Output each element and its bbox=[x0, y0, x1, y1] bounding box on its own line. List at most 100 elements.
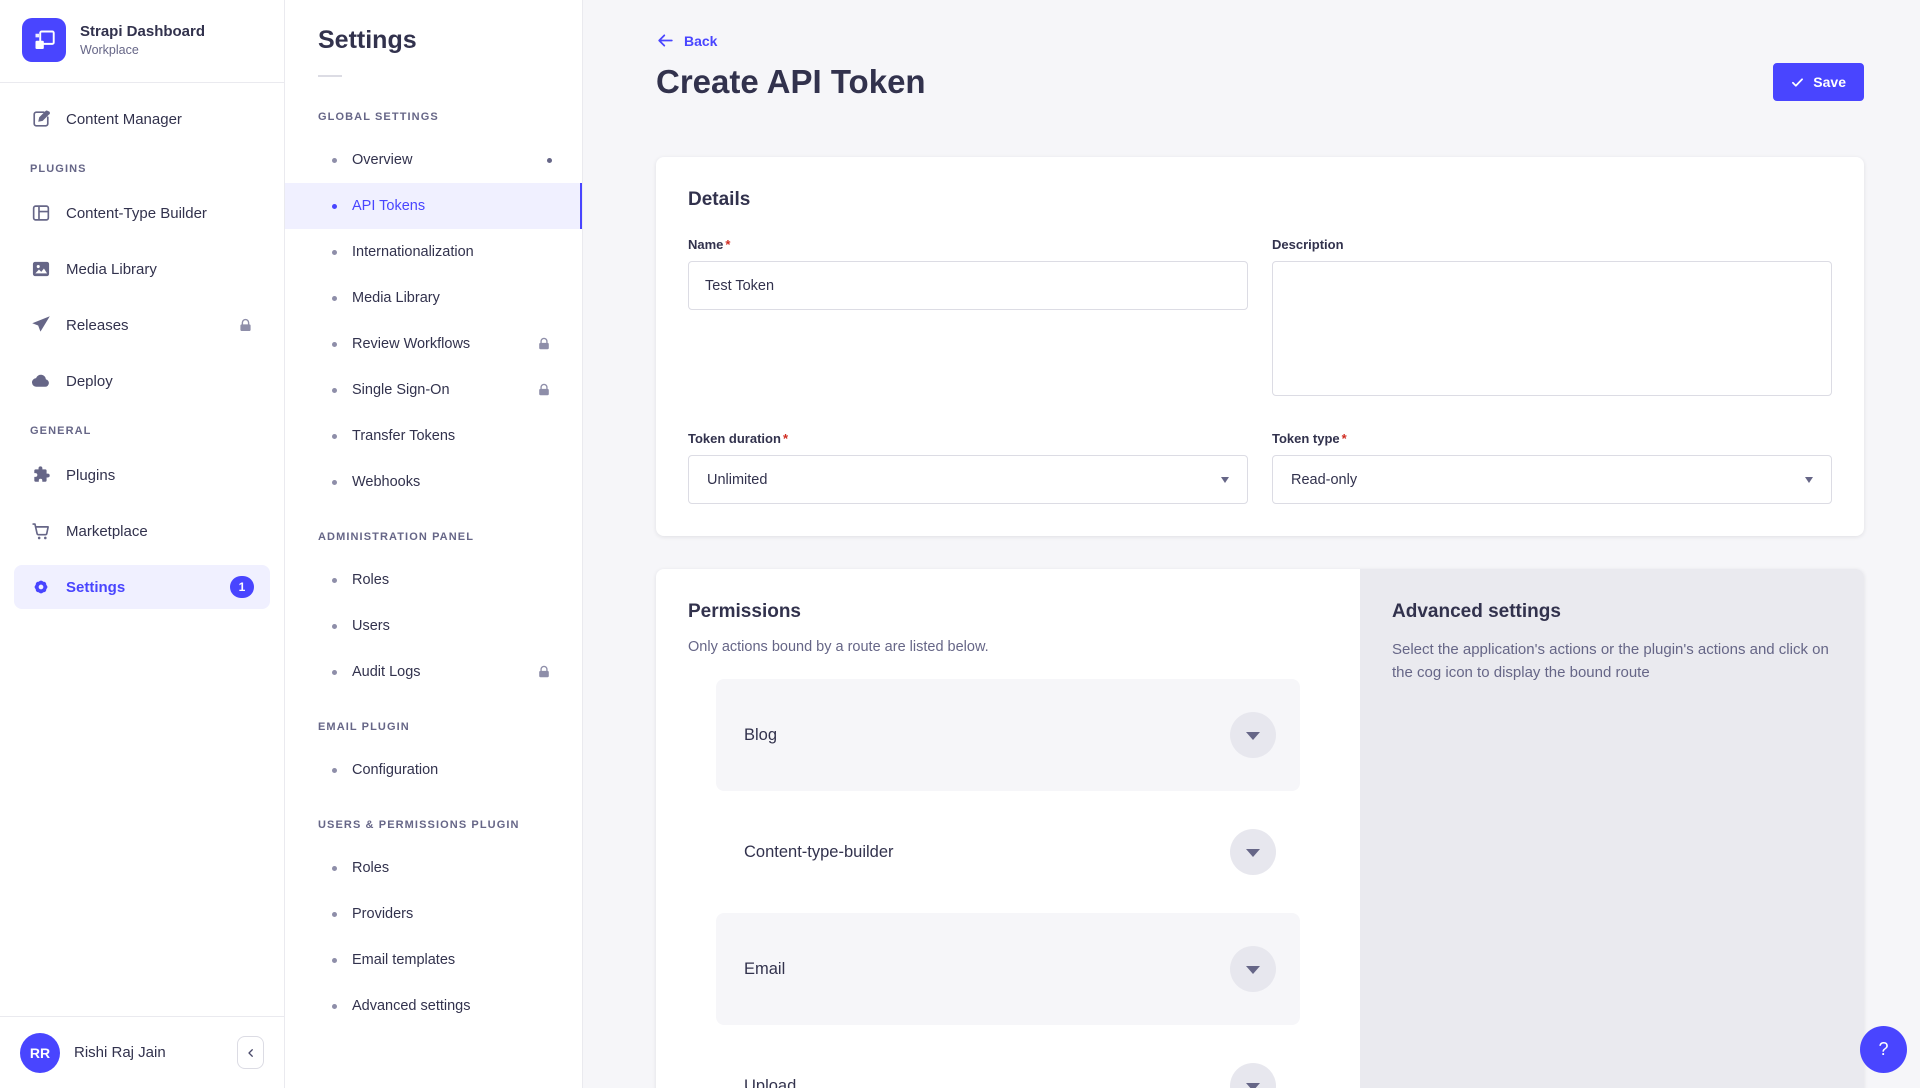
sidebar-item-label: Settings bbox=[66, 579, 125, 596]
bullet-icon bbox=[332, 1004, 337, 1009]
expand-accordion-button[interactable] bbox=[1230, 712, 1276, 758]
description-textarea[interactable] bbox=[1272, 261, 1832, 396]
bullet-icon bbox=[332, 296, 337, 301]
content-type-builder-icon bbox=[30, 202, 52, 224]
expand-accordion-button[interactable] bbox=[1230, 946, 1276, 992]
back-label: Back bbox=[684, 33, 717, 49]
bullet-icon bbox=[332, 250, 337, 255]
sidebar-item-plugins[interactable]: Plugins bbox=[14, 453, 270, 497]
sidebar-item-releases[interactable]: Releases bbox=[14, 303, 270, 347]
advanced-settings-description: Select the application's actions or the … bbox=[1392, 638, 1832, 685]
settings-item-audit-logs[interactable]: Audit Logs bbox=[285, 649, 582, 695]
nav-section-plugins: PLUGINS bbox=[30, 163, 284, 175]
check-icon bbox=[1791, 76, 1804, 89]
settings-item-api-tokens[interactable]: API Tokens bbox=[285, 183, 582, 229]
settings-item-advanced-settings[interactable]: Advanced settings bbox=[285, 983, 582, 1029]
page-header: Create API Token Save bbox=[656, 63, 1864, 101]
settings-item-webhooks[interactable]: Webhooks bbox=[285, 459, 582, 505]
chevron-down-icon bbox=[1246, 966, 1260, 974]
accordion-upload[interactable]: Upload bbox=[716, 1030, 1300, 1088]
permissions-panel: Permissions Only actions bound by a rout… bbox=[656, 569, 1360, 1088]
back-link[interactable]: Back bbox=[656, 31, 717, 50]
settings-item-label: Transfer Tokens bbox=[352, 428, 455, 444]
settings-item-label: Single Sign-On bbox=[352, 382, 450, 398]
sidebar-item-label: Content Manager bbox=[66, 111, 182, 128]
details-heading: Details bbox=[688, 189, 1832, 211]
expand-accordion-button[interactable] bbox=[1230, 829, 1276, 875]
workspace-brand[interactable]: Strapi Dashboard Workplace bbox=[0, 0, 284, 78]
chevron-down-icon bbox=[1246, 1083, 1260, 1088]
sidebar-item-content-manager[interactable]: Content Manager bbox=[14, 97, 270, 141]
settings-item-roles-admin[interactable]: Roles bbox=[285, 557, 582, 603]
sidebar-item-label: Marketplace bbox=[66, 523, 148, 540]
sidebar-item-label: Releases bbox=[66, 317, 129, 334]
settings-item-overview[interactable]: Overview bbox=[285, 137, 582, 183]
settings-section-admin-panel: ADMINISTRATION PANEL bbox=[318, 531, 582, 543]
bullet-icon bbox=[332, 866, 337, 871]
section-spacer bbox=[285, 505, 582, 531]
required-asterisk: * bbox=[783, 431, 788, 446]
token-type-select[interactable]: Read-only bbox=[1272, 455, 1832, 504]
chevron-left-icon bbox=[245, 1047, 257, 1059]
notification-dot-icon bbox=[547, 158, 552, 163]
accordion-content-type-builder[interactable]: Content-type-builder bbox=[716, 796, 1300, 908]
settings-gear-icon bbox=[30, 576, 52, 598]
releases-icon bbox=[30, 314, 52, 336]
name-input[interactable] bbox=[688, 261, 1248, 310]
sidebar-item-media-library[interactable]: Media Library bbox=[14, 247, 270, 291]
settings-section-email-plugin: EMAIL PLUGIN bbox=[318, 721, 582, 733]
lock-icon bbox=[536, 336, 552, 352]
section-spacer bbox=[285, 695, 582, 721]
content-manager-icon bbox=[30, 108, 52, 130]
accordion-label: Upload bbox=[744, 1077, 796, 1088]
accordion-label: Content-type-builder bbox=[744, 843, 894, 862]
settings-item-internationalization[interactable]: Internationalization bbox=[285, 229, 582, 275]
settings-item-label: Configuration bbox=[352, 762, 438, 778]
settings-item-label: Roles bbox=[352, 572, 389, 588]
settings-item-media-library[interactable]: Media Library bbox=[285, 275, 582, 321]
permissions-card: Permissions Only actions bound by a rout… bbox=[656, 569, 1864, 1088]
back-arrow-icon bbox=[656, 31, 675, 50]
settings-sidebar: Settings GLOBAL SETTINGS Overview API To… bbox=[285, 0, 583, 1088]
bullet-icon bbox=[332, 670, 337, 675]
permissions-subtitle: Only actions bound by a route are listed… bbox=[688, 639, 1328, 655]
settings-item-single-sign-on[interactable]: Single Sign-On bbox=[285, 367, 582, 413]
settings-section-global: GLOBAL SETTINGS bbox=[318, 111, 582, 123]
settings-item-review-workflows[interactable]: Review Workflows bbox=[285, 321, 582, 367]
settings-item-label: Review Workflows bbox=[352, 336, 470, 352]
settings-item-transfer-tokens[interactable]: Transfer Tokens bbox=[285, 413, 582, 459]
settings-item-providers[interactable]: Providers bbox=[285, 891, 582, 937]
plugins-puzzle-icon bbox=[30, 464, 52, 486]
user-avatar[interactable]: RR bbox=[20, 1033, 60, 1073]
settings-item-label: Webhooks bbox=[352, 474, 420, 490]
bullet-icon bbox=[332, 388, 337, 393]
bullet-icon bbox=[332, 342, 337, 347]
bullet-icon bbox=[332, 204, 337, 209]
required-asterisk: * bbox=[1342, 431, 1347, 446]
bullet-icon bbox=[332, 480, 337, 485]
sidebar-item-marketplace[interactable]: Marketplace bbox=[14, 509, 270, 553]
chevron-down-icon bbox=[1246, 849, 1260, 857]
chevron-down-icon bbox=[1221, 477, 1229, 483]
settings-item-label: API Tokens bbox=[352, 198, 425, 214]
sidebar-item-label: Deploy bbox=[66, 373, 113, 390]
settings-item-configuration[interactable]: Configuration bbox=[285, 747, 582, 793]
settings-sidebar-title: Settings bbox=[318, 26, 582, 55]
token-duration-select[interactable]: Unlimited bbox=[688, 455, 1248, 504]
sidebar-item-deploy[interactable]: Deploy bbox=[14, 359, 270, 403]
accordion-label: Blog bbox=[744, 726, 777, 745]
collapse-sidebar-button[interactable] bbox=[237, 1036, 264, 1069]
save-button[interactable]: Save bbox=[1773, 63, 1864, 101]
expand-accordion-button[interactable] bbox=[1230, 1063, 1276, 1088]
sidebar-item-settings[interactable]: Settings 1 bbox=[14, 565, 270, 609]
accordion-blog[interactable]: Blog bbox=[716, 679, 1300, 791]
settings-item-label: Audit Logs bbox=[352, 664, 421, 680]
settings-item-email-templates[interactable]: Email templates bbox=[285, 937, 582, 983]
accordion-email[interactable]: Email bbox=[716, 913, 1300, 1025]
bullet-icon bbox=[332, 578, 337, 583]
sidebar-item-content-type-builder[interactable]: Content-Type Builder bbox=[14, 191, 270, 235]
settings-item-roles-up[interactable]: Roles bbox=[285, 845, 582, 891]
settings-item-users[interactable]: Users bbox=[285, 603, 582, 649]
media-library-icon bbox=[30, 258, 52, 280]
help-button[interactable]: ? bbox=[1860, 1026, 1907, 1073]
